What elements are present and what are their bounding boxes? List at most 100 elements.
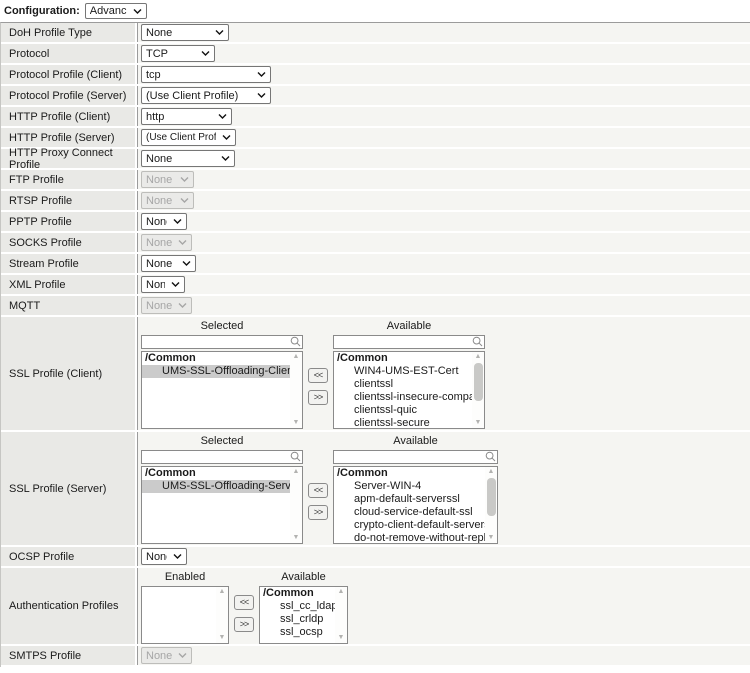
search-input[interactable] (141, 335, 303, 349)
list-item[interactable]: clientssl (334, 378, 472, 391)
chevron-down-icon (215, 30, 224, 35)
list-item[interactable]: ssl_ocsp (260, 626, 335, 639)
row-pptp-profile: PPTP Profile None (1, 212, 750, 233)
search-input[interactable] (141, 450, 303, 464)
scrollbar[interactable]: ▲▼ (290, 467, 302, 543)
field-label: HTTP Profile (Server) (1, 128, 137, 147)
scrollbar[interactable]: ▲▼ (216, 587, 228, 643)
list-item[interactable]: UMS-SSL-Offloading-Server-Profile (142, 480, 290, 493)
select-value: None (146, 300, 172, 312)
scroll-up-icon[interactable]: ▲ (216, 587, 228, 597)
ocsp-profile-select[interactable]: None (141, 548, 187, 565)
list-item[interactable]: clientssl-quic (334, 404, 472, 417)
field-label: XML Profile (1, 275, 137, 294)
list-item[interactable]: ssl_crldp (260, 613, 335, 626)
pptp-profile-select[interactable]: None (141, 213, 187, 230)
list-item[interactable]: clientssl-insecure-compatible (334, 391, 472, 404)
search-input[interactable] (333, 450, 498, 464)
list-item[interactable]: crypto-client-default-serverssl (334, 519, 485, 532)
ssl-server-selected-list[interactable]: /CommonUMS-SSL-Offloading-Server-Profile… (141, 466, 303, 544)
move-left-button[interactable]: << (308, 483, 328, 498)
field-label: SSL Profile (Client) (1, 317, 137, 430)
rtsp-profile-select: None (141, 192, 194, 209)
xml-profile-select[interactable]: None (141, 276, 185, 293)
scroll-down-icon[interactable]: ▼ (216, 633, 228, 643)
move-left-button[interactable]: << (308, 368, 328, 383)
ssl-client-selected-list[interactable]: /CommonUMS-SSL-Offloading-Client-Profile… (141, 351, 303, 429)
select-value: (Use Client Profile) (146, 132, 216, 143)
select-value: None (146, 279, 165, 291)
scroll-down-icon[interactable]: ▼ (290, 533, 302, 543)
doh-profile-type-select[interactable]: None (141, 24, 229, 41)
ssl-client-available-list[interactable]: /CommonWIN4-UMS-EST-Certclientsslclients… (333, 351, 485, 429)
chevron-down-icon (257, 93, 266, 98)
list-item[interactable]: UMS-SSL-Offloading-Client-Profile (142, 365, 290, 378)
protocol-profile-server-select[interactable]: (Use Client Profile) (141, 87, 271, 104)
scroll-up-icon[interactable]: ▲ (472, 352, 484, 362)
field-label: HTTP Profile (Client) (1, 107, 137, 126)
chevron-down-icon (173, 554, 182, 559)
available-list-header: Available (259, 571, 348, 583)
list-group-header: /Common (142, 467, 290, 480)
search-icon (485, 451, 496, 465)
scroll-up-icon[interactable]: ▲ (290, 352, 302, 362)
row-protocol-profile-server: Protocol Profile (Server) (Use Client Pr… (1, 86, 750, 107)
move-right-button[interactable]: >> (234, 617, 254, 632)
scrollbar[interactable]: ▲▼ (335, 587, 347, 643)
list-item[interactable]: ssl_cc_ldap (260, 600, 335, 613)
available-list-header: Available (333, 435, 498, 447)
scrollbar[interactable]: ▲▼ (290, 352, 302, 428)
list-item[interactable]: do-not-remove-without-replacement (334, 532, 485, 543)
scrollbar[interactable]: ▲▼ (485, 467, 497, 543)
row-smtps-profile: SMTPS Profile None (1, 646, 750, 667)
scroll-down-icon[interactable]: ▼ (335, 633, 347, 643)
http-profile-client-select[interactable]: http (141, 108, 232, 125)
stream-profile-select[interactable]: None (141, 255, 196, 272)
ssl-server-available-list[interactable]: /CommonServer-WIN-4apm-default-serverssl… (333, 466, 498, 544)
ftp-profile-select: None (141, 171, 194, 188)
configuration-select[interactable]: Advanced (85, 3, 147, 19)
scroll-thumb[interactable] (487, 478, 496, 516)
scroll-up-icon[interactable]: ▲ (335, 587, 347, 597)
select-value: TCP (146, 48, 168, 60)
list-item[interactable]: WIN4-UMS-EST-Cert (334, 365, 472, 378)
available-list-header: Available (333, 320, 485, 332)
scroll-down-icon[interactable]: ▼ (472, 418, 484, 428)
search-input[interactable] (333, 335, 485, 349)
scroll-thumb[interactable] (474, 363, 483, 401)
list-item[interactable]: clientssl-secure (334, 417, 472, 428)
enabled-list-header: Enabled (141, 571, 229, 583)
list-item[interactable]: Server-WIN-4 (334, 480, 485, 493)
list-item[interactable]: cloud-service-default-ssl (334, 506, 485, 519)
http-profile-server-select[interactable]: (Use Client Profile) (141, 129, 236, 146)
row-stream-profile: Stream Profile None (1, 254, 750, 275)
auth-enabled-list[interactable]: ▲▼ (141, 586, 229, 644)
scroll-down-icon[interactable]: ▼ (485, 533, 497, 543)
list-group-header: /Common (334, 352, 472, 365)
chevron-down-icon (133, 9, 142, 14)
chevron-down-icon (180, 177, 189, 182)
chevron-down-icon (218, 114, 227, 119)
scrollbar[interactable]: ▲▼ (472, 352, 484, 428)
scroll-down-icon[interactable]: ▼ (290, 418, 302, 428)
row-ssl-profile-client: SSL Profile (Client) Selected /CommonUMS… (1, 317, 750, 432)
select-value: None (146, 195, 172, 207)
field-label: OCSP Profile (1, 547, 137, 566)
protocol-profile-client-select[interactable]: tcp (141, 66, 271, 83)
field-label: PPTP Profile (1, 212, 137, 231)
scroll-up-icon[interactable]: ▲ (485, 467, 497, 477)
select-value: http (146, 111, 164, 123)
scroll-up-icon[interactable]: ▲ (290, 467, 302, 477)
row-http-profile-client: HTTP Profile (Client) http (1, 107, 750, 128)
list-group-header: /Common (334, 467, 485, 480)
row-ssl-profile-server: SSL Profile (Server) Selected /CommonUMS… (1, 432, 750, 547)
move-left-button[interactable]: << (234, 595, 254, 610)
list-item[interactable]: apm-default-serverssl (334, 493, 485, 506)
auth-available-list[interactable]: /Commonssl_cc_ldapssl_crldpssl_ocsp ▲▼ (259, 586, 348, 644)
protocol-select[interactable]: TCP (141, 45, 215, 62)
chevron-down-icon (182, 261, 191, 266)
http-proxy-connect-profile-select[interactable]: None (141, 150, 235, 167)
move-right-button[interactable]: >> (308, 390, 328, 405)
move-right-button[interactable]: >> (308, 505, 328, 520)
configuration-bar: Configuration: Advanced (0, 0, 750, 22)
